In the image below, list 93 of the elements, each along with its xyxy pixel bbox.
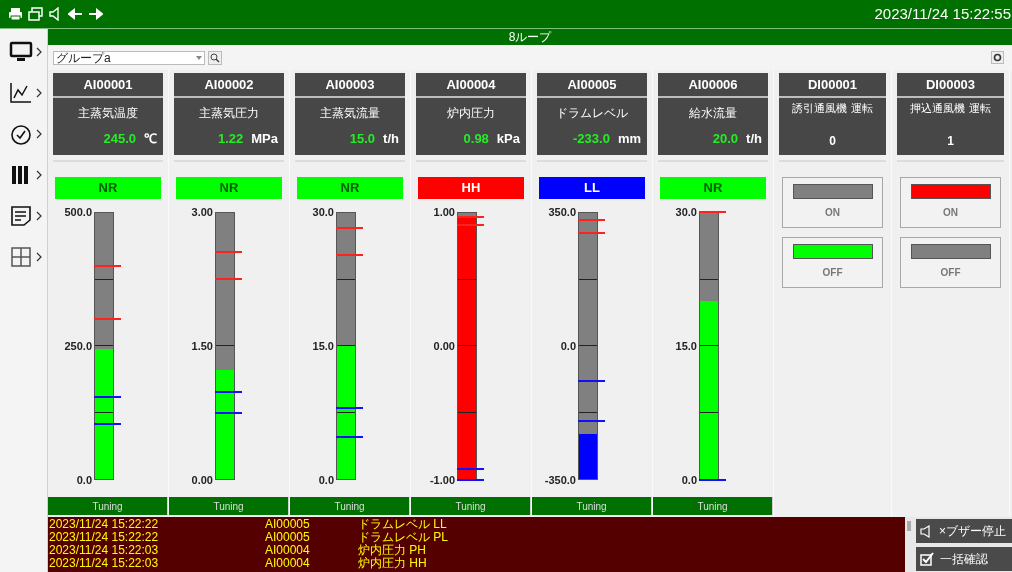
point-unit: t/h xyxy=(746,130,762,148)
point-tag: AI00003 xyxy=(295,73,405,98)
scale-label: 350.0 xyxy=(548,206,576,218)
chevron-right-icon xyxy=(36,46,42,57)
point-value: -233.0 xyxy=(573,130,610,148)
point-tag: DI00001 xyxy=(779,73,886,98)
state-button[interactable]: OFF xyxy=(900,237,1001,288)
state-button[interactable]: OFF xyxy=(782,237,883,288)
point-value: 1.22 xyxy=(217,130,244,148)
alarm-row[interactable]: 2023/11/24 15:22:22 AI00005 ドラムレベル LL xyxy=(49,518,905,531)
point-name: 給水流量 xyxy=(688,105,738,122)
printer-icon[interactable] xyxy=(8,7,23,21)
point-unit: MPa xyxy=(251,130,278,148)
alarm-row[interactable]: 2023/11/24 15:22:22 AI00005 ドラムレベル PL xyxy=(49,531,905,544)
point-tag: DI00003 xyxy=(897,73,1004,98)
search-icon[interactable] xyxy=(208,50,222,65)
point-tag: AI00001 xyxy=(53,73,163,98)
point-name: 主蒸気温度 xyxy=(77,105,139,122)
point-unit: t/h xyxy=(383,130,399,148)
chevron-right-icon xyxy=(36,210,42,221)
scrollbar[interactable] xyxy=(905,517,913,572)
point-tag: AI00002 xyxy=(174,73,284,98)
point-unit: mm xyxy=(617,130,641,148)
scale-label: -350.0 xyxy=(544,474,576,486)
state-button[interactable]: ON xyxy=(900,177,1001,228)
acknowledge-all-button[interactable]: 一括確認 xyxy=(916,547,1012,571)
point-name: ドラムレベル xyxy=(555,105,629,122)
chevron-right-icon xyxy=(36,87,42,98)
point-unit: ℃ xyxy=(144,130,157,148)
tuning-button[interactable]: Tuning xyxy=(411,497,531,515)
tuning-button[interactable]: Tuning xyxy=(532,497,652,515)
monitor-icon[interactable] xyxy=(9,40,33,63)
point-tag: AI00005 xyxy=(537,73,647,98)
scale-label: 1.50 xyxy=(191,340,213,352)
scale-label: 0.0 xyxy=(76,474,92,486)
status-badge: NR xyxy=(297,177,403,199)
scale-label: 3.00 xyxy=(191,206,213,218)
point-name: 押込通風機 運転 xyxy=(909,101,992,115)
scale-label: 1.00 xyxy=(433,206,455,218)
undo-icon[interactable] xyxy=(68,7,83,21)
point-value: 20.0 xyxy=(712,130,739,148)
scale-label: 250.0 xyxy=(64,340,92,352)
point-tag: AI00006 xyxy=(658,73,768,98)
point-tag: AI00004 xyxy=(416,73,526,98)
scale-label: 0.00 xyxy=(191,474,213,486)
point-value: 0 xyxy=(828,133,837,150)
tuning-button[interactable]: Tuning xyxy=(653,497,773,515)
document-icon[interactable] xyxy=(9,204,33,227)
screen-title: 8ループ xyxy=(508,31,552,43)
point-value: 0.98 xyxy=(463,130,489,148)
scale-label: 15.0 xyxy=(675,340,697,352)
chevron-right-icon xyxy=(36,128,42,139)
tuning-button[interactable]: Tuning xyxy=(169,497,289,515)
caret-down-icon xyxy=(196,55,202,60)
status-badge: LL xyxy=(539,177,645,199)
point-name: 誘引通風機 運転 xyxy=(791,101,874,115)
chevron-right-icon xyxy=(36,251,42,262)
status-badge: HH xyxy=(418,177,524,199)
scale-label: 500.0 xyxy=(64,206,92,218)
scale-label: 15.0 xyxy=(312,340,334,352)
group-select[interactable]: グループa xyxy=(53,50,205,65)
datetime: 2023/11/24 15:22:55 xyxy=(874,3,1012,24)
point-unit: kPa xyxy=(496,130,520,148)
point-value: 1 xyxy=(946,133,955,150)
scale-label: 30.0 xyxy=(312,206,334,218)
point-value: 15.0 xyxy=(349,130,376,148)
speaker-icon xyxy=(920,524,933,538)
print-preview-icon[interactable] xyxy=(28,7,43,21)
point-name: 主蒸気流量 xyxy=(319,105,381,122)
alarm-row[interactable]: 2023/11/24 15:22:03 AI00004 炉内圧力 PH xyxy=(49,544,905,557)
status-badge: NR xyxy=(55,177,161,199)
scale-label: 0.0 xyxy=(318,474,334,486)
scale-label: 0.0 xyxy=(681,474,697,486)
point-value: 245.0 xyxy=(103,130,136,148)
scale-label: 30.0 xyxy=(675,206,697,218)
point-name: 炉内圧力 xyxy=(446,105,496,122)
checkbox-icon xyxy=(920,552,934,566)
grid-icon[interactable] xyxy=(9,245,33,268)
settings-icon[interactable] xyxy=(991,51,1004,64)
status-badge: NR xyxy=(176,177,282,199)
point-name: 主蒸気圧力 xyxy=(198,105,260,122)
scale-label: 0.0 xyxy=(560,340,576,352)
tuning-button[interactable]: Tuning xyxy=(290,497,410,515)
state-button[interactable]: ON xyxy=(782,177,883,228)
chevron-right-icon xyxy=(36,169,42,180)
redo-icon[interactable] xyxy=(88,7,103,21)
alarm-row[interactable]: 2023/11/24 15:22:03 AI00004 炉内圧力 HH xyxy=(49,557,905,570)
status-badge: NR xyxy=(660,177,766,199)
scale-label: 0.00 xyxy=(433,340,455,352)
tuning-button[interactable]: Tuning xyxy=(48,497,168,515)
buzzer-stop-button[interactable]: ×ブザー停止 xyxy=(916,519,1012,543)
line-chart-icon[interactable] xyxy=(9,81,33,104)
scale-label: -1.00 xyxy=(429,474,455,486)
